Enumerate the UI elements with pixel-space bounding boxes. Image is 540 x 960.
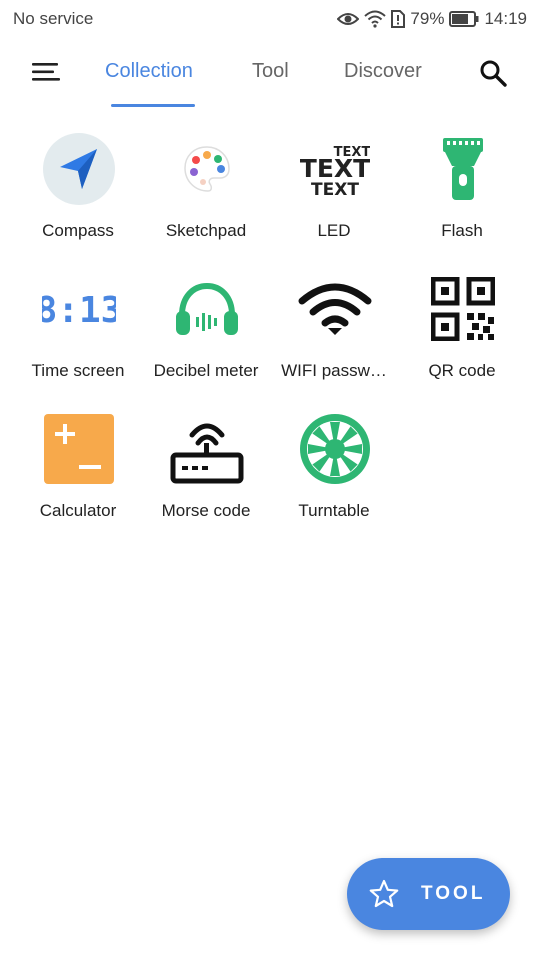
- tool-qr-code[interactable]: QR code: [398, 268, 526, 398]
- compass-icon: [43, 133, 115, 205]
- tab-collection[interactable]: Collection: [105, 60, 193, 83]
- tool-fab-button[interactable]: TOOL: [347, 858, 510, 930]
- clock-digits-icon: 8:13: [42, 290, 116, 331]
- battery-percent: 79%: [410, 9, 445, 28]
- tool-time-screen[interactable]: 8:13 Time screen: [14, 268, 142, 398]
- tool-label: Sketchpad: [165, 221, 247, 240]
- star-icon: [369, 879, 399, 908]
- search-icon[interactable]: [478, 58, 508, 88]
- tool-label: Decibel meter: [153, 361, 259, 380]
- led-line-main: TEXT: [300, 154, 370, 183]
- calculator-icon: [44, 414, 114, 484]
- led-text-icon: TEXT TEXT TEXT: [300, 145, 370, 199]
- tool-label: QR code: [428, 361, 496, 380]
- tool-flash[interactable]: Flash: [398, 128, 526, 258]
- tool-decibel-meter[interactable]: Decibel meter: [142, 268, 270, 398]
- status-bar: No service 79% 14:19: [0, 0, 540, 38]
- active-tab-indicator: [111, 104, 195, 107]
- wifi-signal-icon: [364, 10, 387, 28]
- flashlight-icon: [443, 138, 483, 200]
- tool-sketchpad[interactable]: Sketchpad: [142, 128, 270, 258]
- wifi-icon: [298, 283, 372, 335]
- tool-label: Time screen: [31, 361, 125, 380]
- tool-label: Turntable: [298, 501, 370, 520]
- tool-label: Flash: [441, 221, 483, 240]
- tool-label: Calculator: [39, 501, 117, 520]
- led-line-bottom: TEXT: [311, 180, 359, 199]
- tool-calculator[interactable]: Calculator: [14, 408, 142, 538]
- wheel-icon: [300, 414, 370, 484]
- tool-label: WIFI passw…: [281, 361, 387, 380]
- tool-wifi-password[interactable]: WIFI passw…: [270, 268, 398, 398]
- palette-icon: [184, 146, 230, 192]
- clock-time: 14:19: [484, 9, 527, 28]
- carrier-text: No service: [13, 9, 94, 28]
- headphones-icon: [176, 282, 238, 335]
- time-digits-text: 8:13: [42, 290, 116, 331]
- tool-led[interactable]: TEXT TEXT TEXT LED: [270, 128, 398, 258]
- tool-label: LED: [317, 221, 351, 240]
- top-app-bar: Collection Tool Discover: [0, 38, 540, 108]
- tool-label: Morse code: [161, 501, 251, 520]
- tab-tool[interactable]: Tool: [252, 60, 289, 83]
- tool-compass[interactable]: Compass: [14, 128, 142, 258]
- tool-morse-code[interactable]: Morse code: [142, 408, 270, 538]
- tool-turntable[interactable]: Turntable: [270, 408, 398, 538]
- menu-icon[interactable]: [30, 60, 62, 84]
- qr-code-icon: [431, 277, 495, 341]
- tab-discover[interactable]: Discover: [344, 60, 422, 83]
- tool-label: Compass: [42, 221, 114, 240]
- alert-sim-icon: [391, 10, 406, 28]
- status-icons: 79% 14:19: [337, 9, 527, 29]
- fab-label: TOOL: [421, 883, 486, 904]
- eye-icon: [337, 13, 360, 25]
- battery-icon: [449, 11, 479, 27]
- router-icon: [170, 423, 244, 484]
